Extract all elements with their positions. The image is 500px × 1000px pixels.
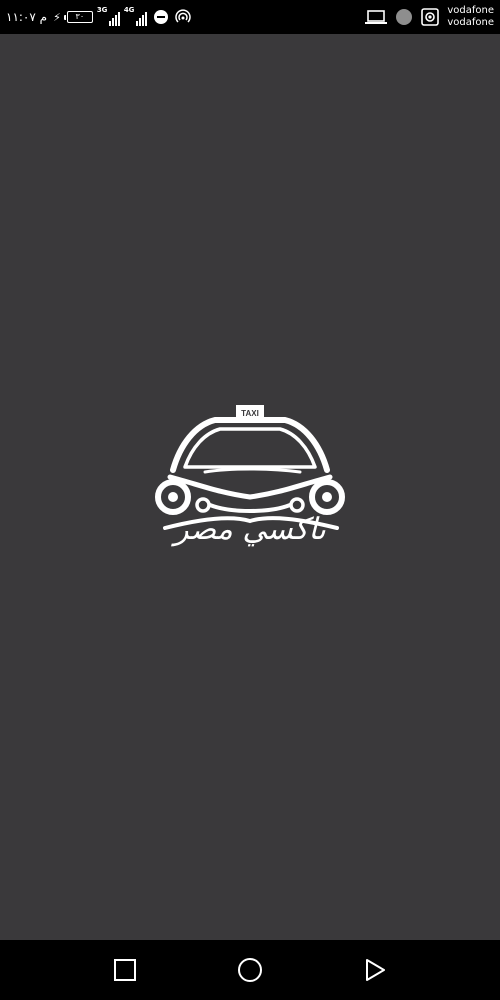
circle-status-icon: [396, 9, 413, 25]
network-label-2: 4G: [123, 6, 135, 14]
carrier-2: vodafone: [447, 17, 494, 28]
splash-screen: م ١١:٠٧ ⚡ ٣٠ 3G 4G vodafone vodafone TAX…: [0, 0, 500, 1000]
back-icon: [366, 959, 385, 981]
screen-record-icon: [421, 8, 440, 26]
status-bar: م ١١:٠٧ ⚡ ٣٠ 3G 4G vodafone vodafone: [0, 0, 500, 34]
battery-level: ٣٠: [75, 12, 85, 21]
taxi-grill: [208, 503, 292, 513]
signal-4g-icon: 4G: [123, 6, 147, 26]
taxi-sign-text: TAXI: [241, 409, 259, 418]
hotspot-icon: [175, 9, 191, 23]
status-time: م ١١:٠٧: [6, 10, 48, 24]
navigation-bar: [0, 940, 500, 1000]
foglight-left: [195, 497, 211, 513]
home-button[interactable]: [235, 955, 265, 985]
taxi-wiper: [203, 467, 302, 474]
status-bar-left: م ١١:٠٧ ⚡ ٣٠ 3G 4G: [6, 0, 191, 34]
back-button[interactable]: [360, 955, 390, 985]
laptop-icon: [365, 10, 388, 24]
taxi-hood: [167, 474, 333, 500]
signal-3g-icon: 3G: [96, 6, 120, 26]
home-icon: [238, 958, 262, 982]
do-not-disturb-icon: [153, 10, 168, 24]
foglight-right: [289, 497, 305, 513]
carrier-names: vodafone vodafone: [447, 5, 494, 29]
status-bar-right: vodafone vodafone: [365, 0, 494, 34]
headlight-left-inner: [168, 492, 178, 502]
taxi-windshield: [183, 427, 317, 469]
battery-icon: ٣٠: [63, 11, 93, 23]
brand-name: تاكسي مصر: [174, 512, 326, 547]
taxi-logo: TAXI: [155, 405, 345, 530]
carrier-1: vodafone: [447, 5, 494, 16]
charging-icon: ⚡: [53, 10, 61, 24]
headlight-right-inner: [322, 492, 332, 502]
recent-apps-icon: [114, 959, 136, 981]
network-label-1: 3G: [96, 6, 108, 14]
recent-apps-button[interactable]: [110, 955, 140, 985]
